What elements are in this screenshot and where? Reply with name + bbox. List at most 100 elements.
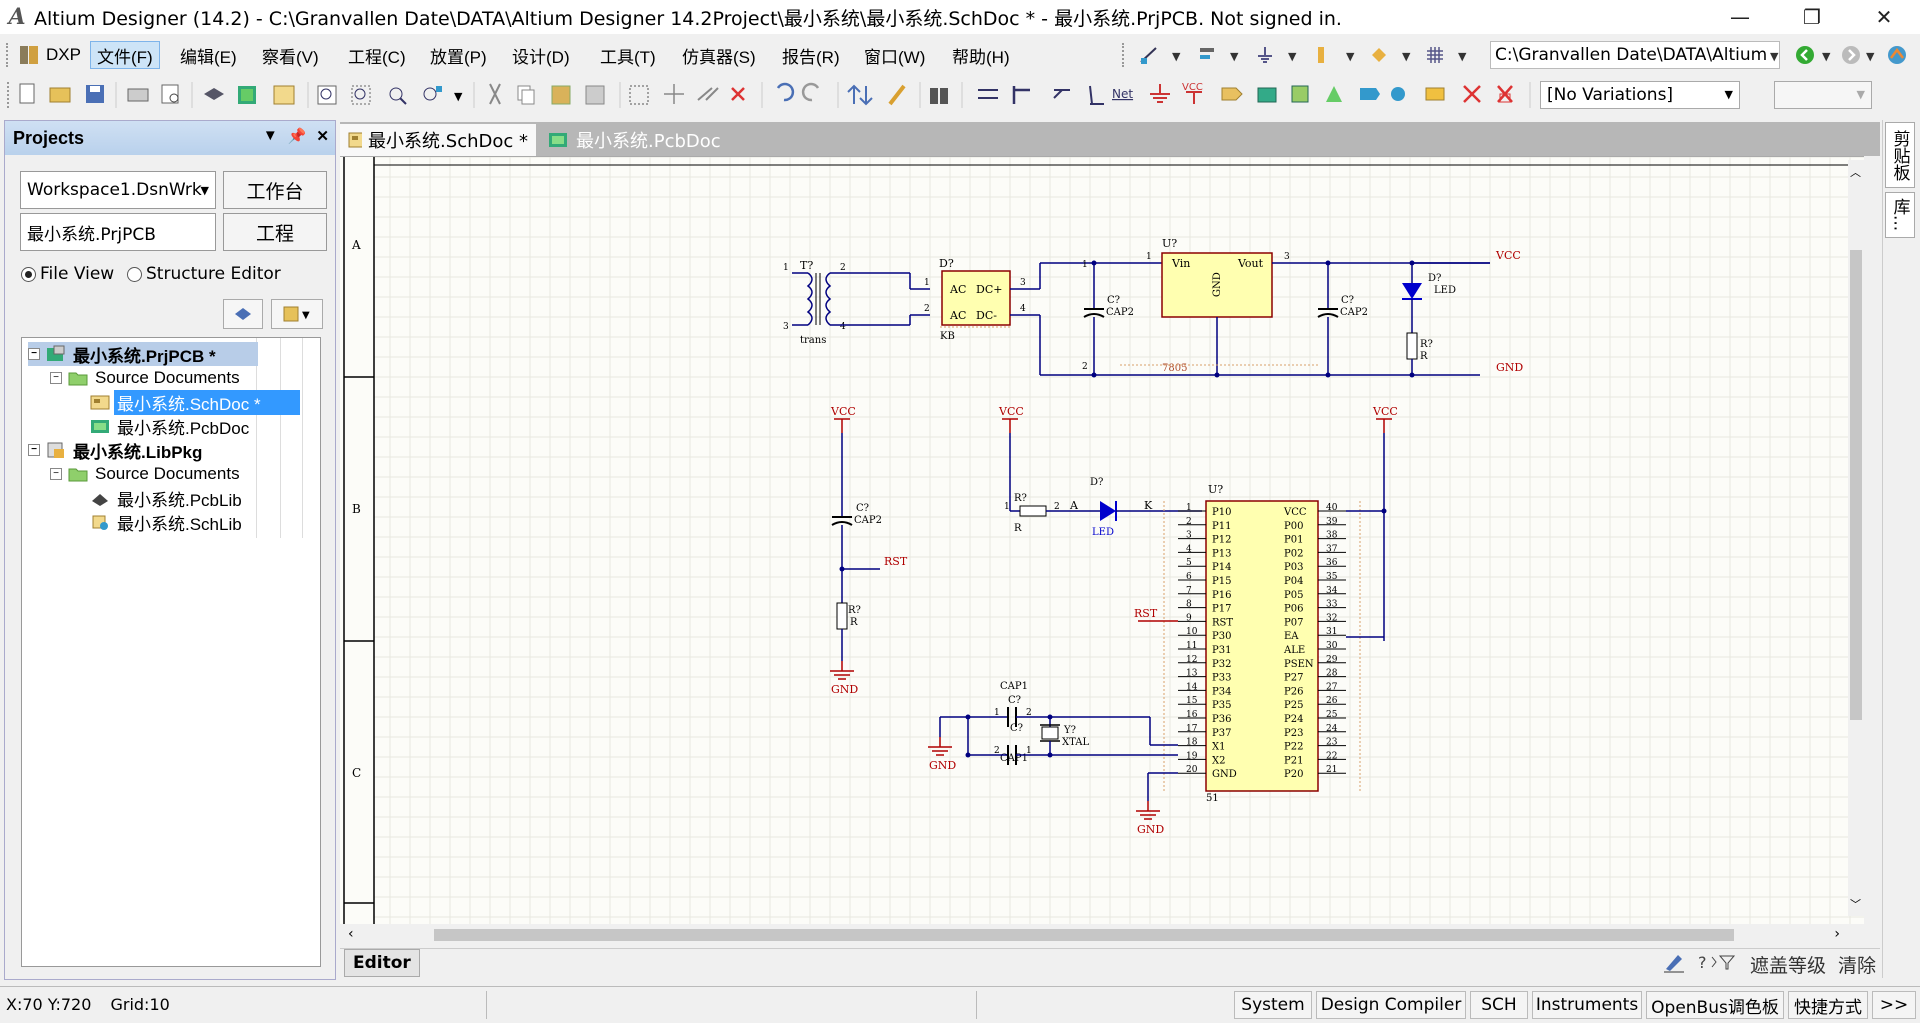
scroll-down-icon[interactable]: ﹀ (1850, 896, 1861, 912)
svg-text:P25: P25 (1284, 700, 1303, 711)
collapse-icon[interactable]: − (28, 348, 40, 360)
schematic-canvas[interactable]: A B C T? 1 3 2 4 trans D? AC AC DC+ DC- 1 2 3 4 KB C? CAP2 1 2… (340, 156, 1864, 924)
panel-menu-icon[interactable]: ▼ (263, 127, 278, 145)
svg-text:5: 5 (1186, 558, 1192, 568)
variations-combo[interactable]: [No Variations] ▼ (1540, 81, 1740, 109)
collapse-icon[interactable]: − (50, 468, 62, 480)
grid-icon[interactable] (1422, 42, 1448, 68)
home-icon[interactable] (1884, 42, 1910, 68)
menu-item-10[interactable]: 帮助(H) (946, 41, 1016, 69)
horizontal-scroll-thumb[interactable] (434, 929, 1734, 941)
svg-text:P06: P06 (1284, 604, 1303, 615)
panel-close-icon[interactable]: ✕ (316, 127, 329, 145)
wiring-tools-icon[interactable] (1136, 42, 1162, 68)
menu-item-1[interactable]: 编辑(E) (174, 41, 243, 69)
project-menu-button[interactable]: ▼ (271, 299, 323, 329)
editor-tab[interactable]: Editor (344, 949, 420, 977)
svg-text:▼: ▼ (302, 310, 310, 321)
align-tools-icon[interactable] (1194, 42, 1220, 68)
grid (340, 157, 1864, 924)
workspace-combo[interactable]: Workspace1.DsnWrk ▼ (20, 171, 216, 209)
directive-icon[interactable] (1366, 42, 1392, 68)
workspace-button[interactable]: 工作台 (223, 171, 327, 209)
path-combo[interactable]: C:\Granvallen Date\DATA\Altium (1490, 41, 1780, 69)
tab-schdoc[interactable]: 最小系统.SchDoc * (340, 124, 536, 156)
menu-dxp[interactable]: DXP (40, 41, 87, 69)
layers-icon (235, 308, 251, 320)
menu-item-5[interactable]: 设计(D) (506, 41, 576, 69)
place-port-icon (1360, 88, 1380, 100)
menu-item-3[interactable]: 工程(C) (342, 41, 412, 69)
mask-level-button[interactable]: 遮盖等级 (1750, 951, 1826, 978)
clipboard-panel-tab[interactable]: 剪贴板 (1885, 122, 1915, 188)
mask-pen-icon[interactable] (1662, 951, 1686, 978)
project-button[interactable]: 工程 (223, 213, 327, 251)
svg-text:XTAL: XTAL (1062, 737, 1089, 748)
tree-item[interactable]: − 最小系统.LibPkg (28, 438, 205, 462)
forward-icon[interactable] (1838, 42, 1864, 68)
menu-item-4[interactable]: 放置(P) (424, 41, 493, 69)
menu-item-2[interactable]: 察看(V) (256, 41, 325, 69)
svg-text:RST: RST (884, 555, 908, 568)
pcbdoc-icon (90, 417, 110, 435)
toolbar-grip[interactable] (6, 43, 12, 67)
clear-button[interactable]: 清除 (1838, 951, 1876, 978)
tab-pcbdoc[interactable]: 最小系统.PcbDoc (540, 124, 730, 156)
structure-editor-radio[interactable]: Structure Editor (127, 264, 281, 284)
vcc-symbol: VCC (1372, 405, 1398, 433)
tree-item[interactable]: − 最小系统.PrjPCB * (28, 342, 258, 366)
tree-item[interactable]: 最小系统.PcbLib (72, 486, 245, 510)
tree-item[interactable]: 最小系统.PcbDoc (72, 414, 252, 438)
menu-item-8[interactable]: 报告(R) (776, 41, 846, 69)
svg-text:RST: RST (1134, 607, 1158, 620)
svg-text:2: 2 (1026, 708, 1032, 718)
vertical-scrollbar[interactable]: ︿ ﹀ (1848, 160, 1864, 916)
scroll-right-icon[interactable]: › (1834, 926, 1840, 942)
filter-icon[interactable]: ? (1698, 951, 1738, 978)
status-button-6[interactable]: >> (1872, 991, 1916, 1019)
tree-item[interactable]: 最小系统.SchDoc * (72, 389, 300, 415)
dxp-icon[interactable] (16, 42, 42, 68)
scroll-up-icon[interactable]: ︿ (1850, 164, 1861, 180)
close-button[interactable]: ✕ (1848, 0, 1920, 34)
back-icon[interactable] (1792, 42, 1818, 68)
tree-item[interactable]: − Source Documents (50, 462, 243, 486)
schdoc-icon (348, 132, 363, 148)
project-field[interactable]: 最小系统.PrjPCB (20, 213, 216, 251)
component-icon[interactable] (1308, 42, 1334, 68)
restore-button[interactable]: ❐ (1776, 0, 1848, 34)
menu-item-0[interactable]: 文件(F) (90, 41, 160, 69)
scroll-left-icon[interactable]: ‹ (348, 926, 354, 942)
status-button-3[interactable]: Instruments (1532, 991, 1642, 1019)
status-button-2[interactable]: SCH (1470, 991, 1528, 1019)
collapse-icon[interactable]: − (50, 372, 62, 384)
power-port-icon[interactable] (1252, 42, 1278, 68)
toolbar-grip[interactable] (1122, 43, 1128, 67)
svg-text:ALE: ALE (1283, 645, 1305, 656)
minimize-button[interactable]: — (1704, 0, 1776, 34)
pin-icon[interactable]: 📌 (288, 127, 307, 145)
deselect-icon (697, 87, 719, 101)
tree-item[interactable]: 最小系统.SchLib (72, 510, 245, 534)
library-panel-tab[interactable]: 库... (1885, 192, 1915, 238)
svg-text:15: 15 (1186, 696, 1198, 706)
menu-item-6[interactable]: 工具(T) (594, 41, 662, 69)
menu-item-9[interactable]: 窗口(W) (858, 41, 931, 69)
collapse-icon[interactable]: − (28, 444, 40, 456)
svg-text:GND: GND (1137, 823, 1164, 836)
menu-item-7[interactable]: 仿真器(S) (676, 41, 762, 69)
file-view-radio[interactable]: File View (21, 264, 114, 284)
empty-combo[interactable]: ▼ (1774, 81, 1872, 109)
status-button-1[interactable]: Design Compiler (1316, 991, 1466, 1019)
svg-text:3: 3 (1020, 278, 1026, 288)
vertical-scroll-thumb[interactable] (1850, 250, 1862, 720)
status-button-0[interactable]: System (1234, 991, 1312, 1019)
horizontal-scrollbar[interactable]: ‹ › (344, 924, 1844, 946)
tree-item[interactable]: − Source Documents (50, 366, 243, 390)
status-button-4[interactable]: OpenBus调色板 (1646, 991, 1784, 1019)
zone-label: B (352, 502, 361, 516)
status-button-5[interactable]: 快捷方式 (1788, 991, 1868, 1019)
svg-text:R?: R? (848, 605, 861, 616)
svg-text:C?: C? (1341, 295, 1354, 306)
project-options-button[interactable] (223, 299, 263, 329)
